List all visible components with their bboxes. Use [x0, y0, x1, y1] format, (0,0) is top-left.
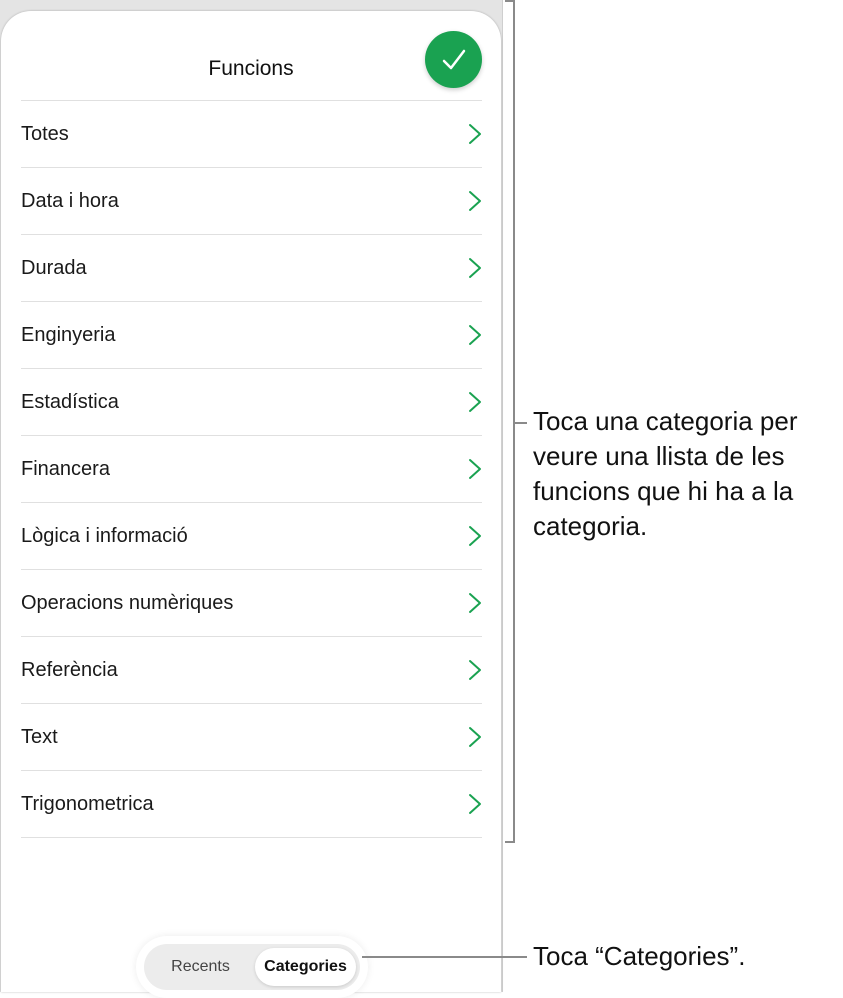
category-item-durada[interactable]: Durada — [21, 234, 482, 301]
done-button[interactable] — [425, 31, 482, 88]
chevron-right-icon — [469, 660, 481, 680]
view-segmented-control: Recents Categories — [136, 936, 368, 998]
callout-categories-list: Toca una categoria per veure una llista … — [533, 406, 798, 541]
category-item-operacions-numeriques[interactable]: Operacions numèriques — [21, 569, 482, 636]
functions-sheet: Funcions Totes Data i hora Durada Enginy… — [1, 11, 501, 998]
chevron-right-icon — [469, 727, 481, 747]
category-item-totes[interactable]: Totes — [21, 100, 482, 167]
chevron-right-icon — [469, 191, 481, 211]
category-label: Text — [21, 726, 58, 748]
category-label: Financera — [21, 458, 110, 480]
chevron-right-icon — [469, 794, 481, 814]
category-list-bracket — [505, 0, 515, 843]
chevron-right-icon — [469, 392, 481, 412]
segment-categories[interactable]: Categories — [255, 948, 356, 986]
checkmark-icon — [442, 49, 465, 69]
category-label: Enginyeria — [21, 324, 116, 346]
chevron-right-icon — [469, 258, 481, 278]
category-label: Lògica i informació — [21, 525, 188, 547]
callout-categories-tab: Toca “Categories”. — [533, 941, 746, 971]
category-list: Totes Data i hora Durada Enginyeria Esta… — [21, 100, 482, 838]
chevron-right-icon — [469, 593, 481, 613]
category-label: Referència — [21, 659, 118, 681]
segmented-track: Recents Categories — [144, 944, 360, 990]
category-label: Operacions numèriques — [21, 592, 234, 614]
category-item-trigonometrica[interactable]: Trigonometrica — [21, 770, 482, 838]
chevron-right-icon — [469, 526, 481, 546]
chevron-right-icon — [469, 459, 481, 479]
category-label: Durada — [21, 257, 87, 279]
category-item-logica-i-informacio[interactable]: Lògica i informació — [21, 502, 482, 569]
category-label: Trigonometrica — [21, 793, 154, 815]
chevron-right-icon — [469, 325, 481, 345]
category-item-enginyeria[interactable]: Enginyeria — [21, 301, 482, 368]
category-label: Data i hora — [21, 190, 119, 212]
category-label: Estadística — [21, 391, 119, 413]
category-item-referencia[interactable]: Referència — [21, 636, 482, 703]
category-item-text[interactable]: Text — [21, 703, 482, 770]
category-item-financera[interactable]: Financera — [21, 435, 482, 502]
callout-line-tab — [362, 956, 527, 958]
category-label: Totes — [21, 123, 69, 145]
segment-recents[interactable]: Recents — [148, 948, 253, 986]
category-item-estadistica[interactable]: Estadística — [21, 368, 482, 435]
chevron-right-icon — [469, 124, 481, 144]
category-item-data-i-hora[interactable]: Data i hora — [21, 167, 482, 234]
callout-line-list — [515, 422, 527, 424]
